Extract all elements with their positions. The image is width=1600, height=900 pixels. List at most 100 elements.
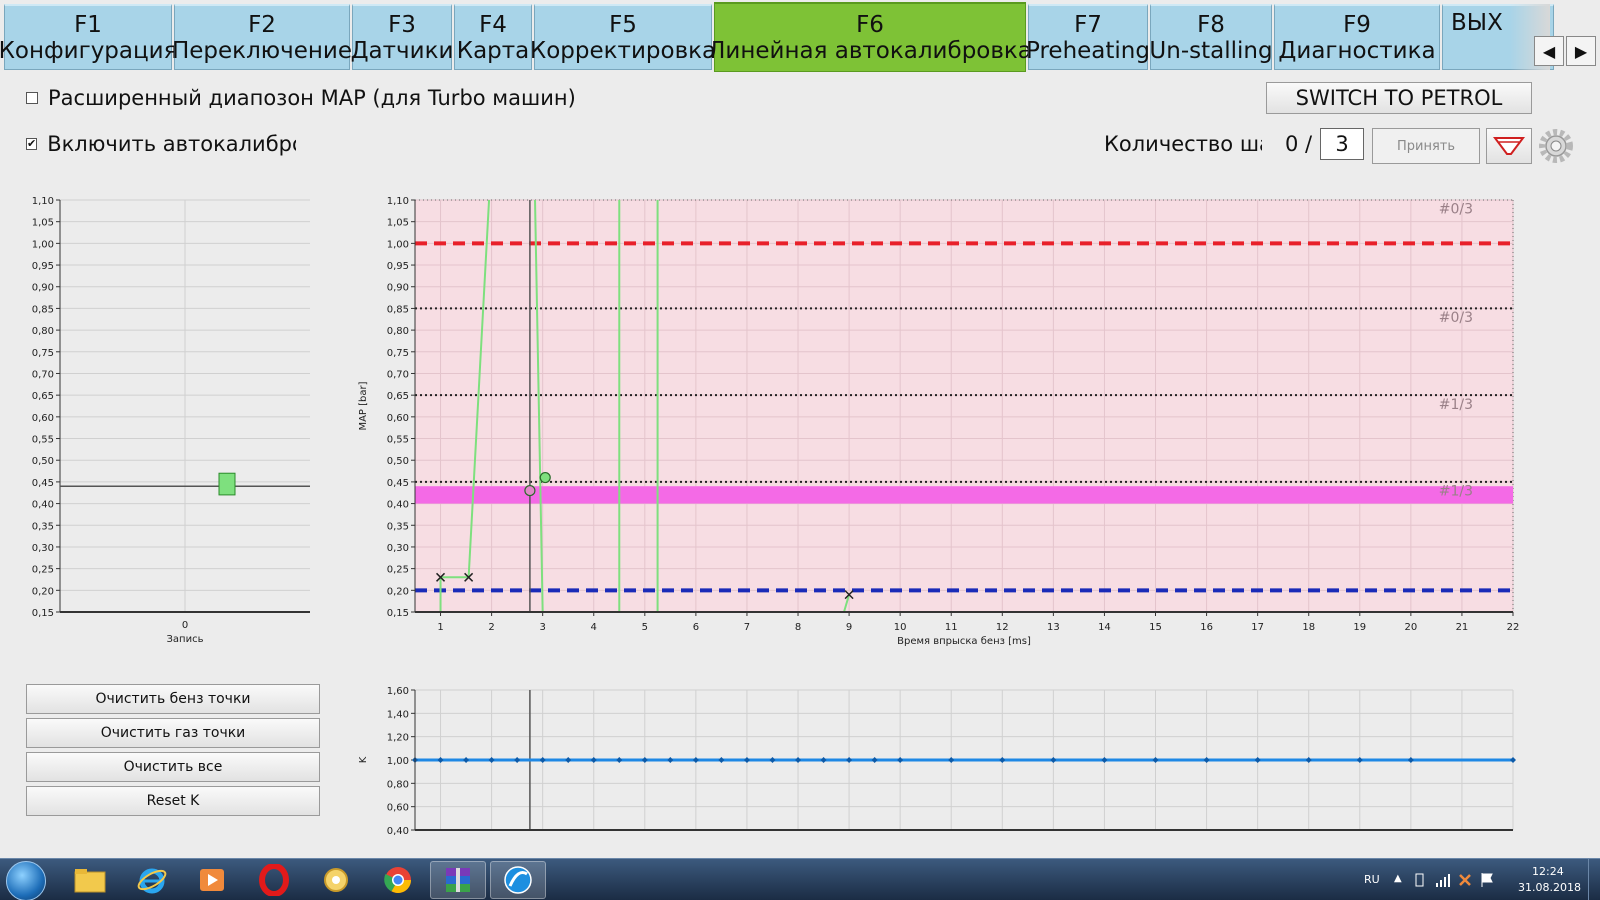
x-tick-label: 6	[693, 622, 699, 633]
clear-gas-points-button[interactable]: Очистить газ точки	[26, 718, 320, 748]
taskbar-internet-explorer[interactable]	[124, 861, 180, 899]
zone-label: #1/3	[1439, 397, 1473, 413]
tab-scroll-right-button[interactable]: ▶	[1566, 36, 1596, 66]
clear-gas-points-label: Очистить газ точки	[100, 725, 246, 741]
x-tick-label: 21	[1456, 622, 1469, 633]
show-desktop-button[interactable]	[1588, 859, 1600, 900]
tab-f5-correction[interactable]: F5 Корректировка	[530, 4, 716, 70]
y-tick-label: 0,15	[32, 608, 54, 619]
archive-icon	[446, 868, 470, 892]
input-language[interactable]: RU	[1364, 873, 1380, 886]
y-tick-label: 0,70	[387, 369, 409, 380]
y-tick-label: 0,60	[32, 413, 54, 424]
taskbar-chrome[interactable]	[370, 861, 426, 899]
target-band	[415, 486, 1513, 504]
x-axis-label: Время впрыска бенз [ms]	[897, 636, 1031, 647]
k-point	[488, 757, 495, 763]
reset-k-button[interactable]: Reset K	[26, 786, 320, 816]
taskbar-media-player[interactable]	[184, 861, 240, 899]
x-tick-label: 15	[1149, 622, 1162, 633]
y-tick-label: 0,40	[387, 826, 409, 837]
x-tick-label: 9	[846, 622, 852, 633]
k-point	[1510, 757, 1516, 763]
k-point	[1050, 757, 1057, 763]
clear-petrol-points-button[interactable]: Очистить бенз точки	[26, 684, 320, 714]
zone-label: #0/3	[1439, 202, 1473, 218]
k-point	[999, 757, 1006, 763]
switch-to-petrol-button[interactable]: SWITCH TO PETROL	[1266, 82, 1532, 114]
clock-time[interactable]: 12:24	[1532, 865, 1564, 878]
opera-icon	[259, 864, 289, 896]
y-tick-label: 0,70	[32, 369, 54, 380]
extended-map-checkbox[interactable]	[26, 92, 38, 104]
gas-app-icon	[504, 866, 532, 894]
y-tick-label: 0,30	[387, 543, 409, 554]
tab-label: ВЫХ	[1451, 10, 1503, 36]
clock-date[interactable]: 31.08.2018	[1518, 881, 1581, 894]
clear-all-button[interactable]: Очистить все	[26, 752, 320, 782]
x-tick-label: 8	[795, 622, 801, 633]
y-tick-label: 0,80	[387, 326, 409, 337]
tab-label: Диагностика	[1278, 37, 1436, 64]
reset-k-label: Reset K	[146, 793, 200, 809]
y-tick-label: 0,80	[32, 326, 54, 337]
tab-f2-switching[interactable]: F2 Переключение	[172, 4, 352, 70]
plot-background	[415, 200, 1513, 612]
tab-scroll-left-button[interactable]: ◀	[1534, 36, 1564, 66]
y-tick-label: 0,15	[387, 608, 409, 619]
tab-f7-preheating[interactable]: F7 Preheating	[1026, 4, 1150, 70]
x-tick-label: 20	[1404, 622, 1417, 633]
battery-icon	[1415, 873, 1424, 887]
tab-f1-configuration[interactable]: F1 Конфигурация	[0, 4, 177, 70]
extended-map-option[interactable]: Расширенный диапозон MAP (для Turbo маши…	[26, 86, 576, 110]
tab-key: F4	[479, 11, 507, 38]
k-point	[718, 757, 725, 763]
y-tick-label: 0,95	[32, 261, 54, 272]
tab-f8-unstalling[interactable]: F8 Un-stalling	[1149, 4, 1273, 70]
taskbar-opera[interactable]	[246, 861, 302, 899]
autocalibration-label: Включить автокалибровк	[47, 132, 296, 156]
tab-key: F8	[1197, 11, 1225, 38]
accept-button[interactable]: Принять	[1372, 128, 1480, 164]
tab-f3-sensors[interactable]: F3 Датчики	[351, 4, 453, 70]
k-point	[1203, 757, 1210, 763]
y-tick-label: 0,55	[387, 435, 409, 446]
record-marker	[218, 472, 236, 496]
k-point	[1356, 757, 1363, 763]
y-tick-label: 0,90	[32, 283, 54, 294]
x-tick-label: 11	[945, 622, 958, 633]
gear-icon	[1539, 129, 1573, 163]
y-tick-label: 0,75	[32, 348, 54, 359]
folder-icon	[74, 869, 106, 893]
autocalibration-checkbox[interactable]: ✔	[26, 138, 38, 150]
taskbar-winrar[interactable]	[430, 861, 486, 899]
tab-key: F1	[74, 11, 102, 38]
steps-count-label: Количество шаг	[1104, 132, 1262, 156]
steps-count-input[interactable]: 3	[1320, 128, 1364, 160]
taskbar-app-star[interactable]	[308, 861, 364, 899]
k-point	[897, 757, 904, 763]
y-tick-label: 0,20	[32, 586, 54, 597]
tab-f9-diagnostics[interactable]: F9 Диагностика	[1274, 4, 1440, 70]
signal-icon	[1436, 874, 1450, 887]
y-tick-label: 0,40	[387, 500, 409, 511]
x-tick-label: 4	[591, 622, 597, 633]
y-tick-label: 1,00	[387, 756, 409, 767]
media-player-icon	[200, 869, 224, 891]
tray-expand-icon[interactable]: ▲	[1394, 873, 1402, 884]
y-tick-label: 0,35	[387, 521, 409, 532]
autocalibration-option[interactable]: ✔ Включить автокалибровк	[26, 132, 296, 156]
k-point	[565, 757, 572, 763]
start-button[interactable]	[6, 861, 46, 900]
gear-settings-button[interactable]	[1536, 126, 1576, 166]
y-tick-label: 0,55	[32, 435, 54, 446]
taskbar-gas-controller-app[interactable]	[490, 861, 546, 899]
k-coefficient-chart: 1,60 1,40 1,20 1,00 0,80 0,60 0,40 K	[358, 686, 1516, 837]
tab-f4-map[interactable]: F4 Карта	[454, 4, 532, 70]
x-tick-label: 10	[894, 622, 907, 633]
x-tick-label: 17	[1251, 622, 1264, 633]
funnel-filter-button[interactable]	[1486, 128, 1532, 164]
tab-f6-linear-autocalibration[interactable]: F6 Линейная автокалибровка	[708, 2, 1032, 72]
taskbar-explorer[interactable]	[62, 861, 118, 899]
tab-label: Линейная автокалибровка	[708, 37, 1032, 64]
